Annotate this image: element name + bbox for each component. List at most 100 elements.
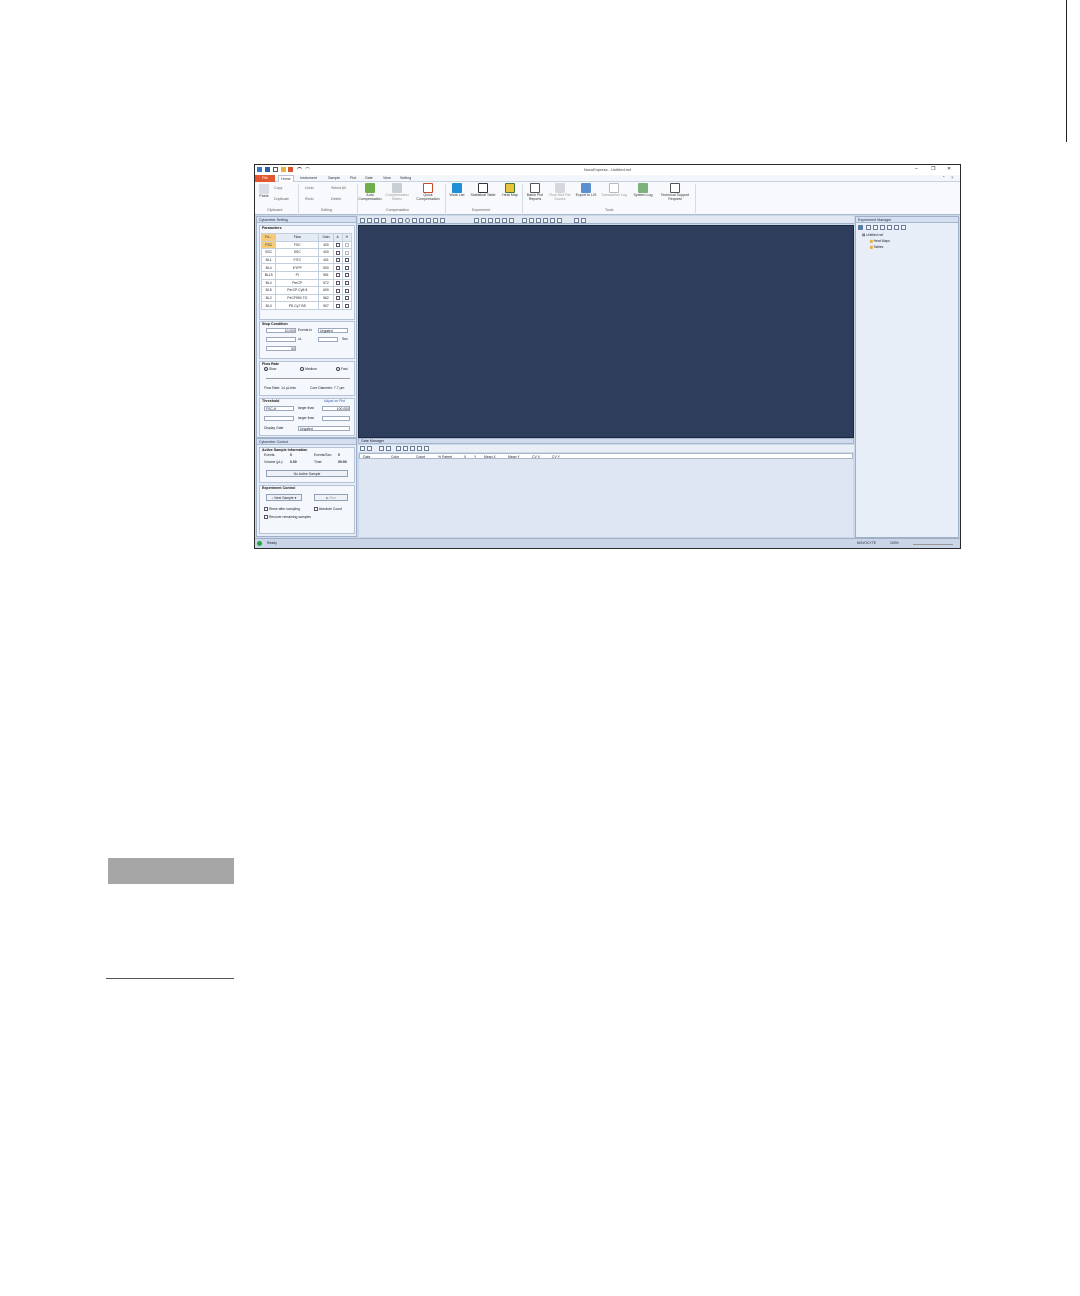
pan-icon[interactable] xyxy=(502,217,507,223)
close-icon[interactable]: ✕ xyxy=(947,166,951,172)
copy-button[interactable]: Copy xyxy=(274,186,282,190)
next-sample-button[interactable]: ↓ Next Sample ▾ xyxy=(266,494,302,501)
area-checkbox[interactable] xyxy=(335,250,340,255)
zoom-level[interactable]: 100% xyxy=(890,541,899,546)
zoom-box-icon[interactable] xyxy=(495,217,500,223)
gate-up-icon[interactable] xyxy=(396,446,401,451)
gate-list-icon[interactable] xyxy=(379,446,384,451)
em-tool3-icon[interactable] xyxy=(880,225,885,230)
area-checkbox[interactable] xyxy=(335,288,340,293)
display-gate-select[interactable]: Ungated xyxy=(298,426,350,431)
threshold-channel-select[interactable]: FSC-H xyxy=(264,406,294,411)
events-in-select[interactable]: Ungated xyxy=(318,328,348,333)
tab-view[interactable]: View xyxy=(383,175,391,182)
param-gain[interactable]: 500 xyxy=(318,263,334,272)
stop-events-input[interactable]: 10,000 xyxy=(266,328,296,333)
rinse-checkbox[interactable]: Rinse after sampling xyxy=(264,507,300,512)
col-color[interactable]: Color xyxy=(391,455,399,459)
statistical-table-button[interactable]: Statistical Table xyxy=(468,183,498,198)
gate-bottom-icon[interactable] xyxy=(417,446,422,451)
freehand-gate-icon[interactable] xyxy=(419,217,424,223)
param-gain[interactable]: 572 xyxy=(318,278,334,288)
volume-input[interactable] xyxy=(266,337,296,342)
refresh-icon[interactable] xyxy=(509,217,514,223)
gate-refresh-icon[interactable] xyxy=(386,446,391,451)
height-checkbox[interactable] xyxy=(344,258,349,263)
compensation-matrix-button[interactable]: Compensation Matrix xyxy=(385,183,409,202)
area-checkbox[interactable] xyxy=(335,273,340,278)
document-icon[interactable] xyxy=(536,217,541,223)
recover-samples-checkbox[interactable]: Recover remaining samples xyxy=(264,515,311,520)
height-checkbox[interactable] xyxy=(344,265,349,270)
em-tool-icon[interactable] xyxy=(866,225,871,230)
param-gain[interactable]: 400 xyxy=(318,240,334,250)
zoom-in-icon[interactable] xyxy=(474,217,479,223)
pin-icon[interactable] xyxy=(529,217,534,223)
arrange-icon[interactable] xyxy=(557,217,562,223)
height-checkbox[interactable] xyxy=(344,250,349,255)
tab-home[interactable]: Home xyxy=(278,175,294,182)
radio-fast[interactable]: Fast xyxy=(336,367,348,372)
height-checkbox[interactable] xyxy=(344,303,349,308)
col-mean-x[interactable]: Mean X xyxy=(484,455,496,459)
table-row[interactable]: FSC FSC 400 xyxy=(260,240,353,250)
param-gain[interactable]: 562 xyxy=(318,293,334,303)
tab-plot[interactable]: Plot xyxy=(350,175,356,182)
param-gain[interactable]: 600 xyxy=(318,286,334,295)
time-input[interactable] xyxy=(318,337,338,342)
col-cv-y[interactable]: CV Y xyxy=(552,455,560,459)
table-row[interactable]: BL3 PE-Cy7 BS 507 xyxy=(260,301,353,310)
radio-medium[interactable]: Medium xyxy=(300,367,317,372)
em-tool5-icon[interactable] xyxy=(894,225,899,230)
area-checkbox[interactable] xyxy=(335,258,340,263)
technical-support-button[interactable]: Technical Support Request xyxy=(657,183,693,202)
area-checkbox[interactable] xyxy=(335,280,340,285)
gate-add-icon[interactable] xyxy=(367,446,372,451)
area-checkbox[interactable] xyxy=(335,265,340,270)
param-gain[interactable]: 507 xyxy=(318,301,334,310)
arrow-right-icon[interactable] xyxy=(581,217,586,223)
gate-delete-icon[interactable] xyxy=(424,446,429,451)
threshold-value-input[interactable]: 100,000 xyxy=(322,406,350,411)
grid-icon[interactable] xyxy=(550,217,555,223)
system-log-button[interactable]: System Log xyxy=(631,183,655,198)
help-icon[interactable]: ? xyxy=(951,175,953,180)
table-row[interactable]: BL5 PerCP-Cy5.5 600 xyxy=(260,286,353,295)
threshold-channel2-select[interactable] xyxy=(264,416,294,421)
col-cv-x[interactable]: CV X xyxy=(532,455,540,459)
gate-top-icon[interactable] xyxy=(403,446,408,451)
col-header[interactable]: Flow xyxy=(275,233,320,242)
table-row[interactable]: BL4 EYFP 500 xyxy=(260,263,353,272)
flow-hist-button[interactable]: Flow Hist File Source xyxy=(548,183,572,202)
work-list-button[interactable]: Work List xyxy=(446,183,468,198)
polygon-gate-icon[interactable] xyxy=(412,217,417,223)
tab-file[interactable]: File xyxy=(255,175,275,182)
redo-button[interactable]: Redo xyxy=(305,197,314,201)
area-checkbox[interactable] xyxy=(335,303,340,308)
undo-button[interactable]: Undo xyxy=(305,186,314,190)
col-header[interactable]: H xyxy=(341,233,353,242)
ellipse-gate-icon[interactable] xyxy=(405,217,410,223)
param-gain[interactable]: 401 xyxy=(318,255,334,265)
threshold-value2-input[interactable] xyxy=(322,416,350,421)
quick-compensation-button[interactable]: Quick Compensation xyxy=(414,183,442,202)
zoom-out-icon[interactable] xyxy=(481,217,486,223)
range-gate-icon[interactable] xyxy=(440,217,445,223)
height-checkbox[interactable] xyxy=(344,273,349,278)
transaction-log-button[interactable]: Transaction Log xyxy=(600,183,628,198)
col-y[interactable]: Y xyxy=(474,455,476,459)
col-gate[interactable]: Gate xyxy=(363,455,370,459)
table-row[interactable]: BL15 PI 551 xyxy=(260,270,353,280)
table-row[interactable]: BL4 PerCP 572 xyxy=(260,278,353,288)
percent-input[interactable]: 50 xyxy=(266,346,296,351)
gate-table-body[interactable] xyxy=(359,459,853,537)
minimize-icon[interactable]: – xyxy=(915,166,918,172)
flow-rate-slider[interactable] xyxy=(266,378,350,379)
batch-plot-reports-button[interactable]: Batch Plot Reports xyxy=(523,183,547,202)
tree-root[interactable]: ▤ Untitled.nxf xyxy=(862,233,883,238)
duplicate-button[interactable]: Duplicate xyxy=(274,197,289,201)
crosshair-icon[interactable] xyxy=(433,217,438,223)
heat-map-button[interactable]: Heat Map xyxy=(499,183,521,198)
col-header[interactable]: A xyxy=(332,233,343,242)
height-checkbox[interactable] xyxy=(344,242,349,247)
